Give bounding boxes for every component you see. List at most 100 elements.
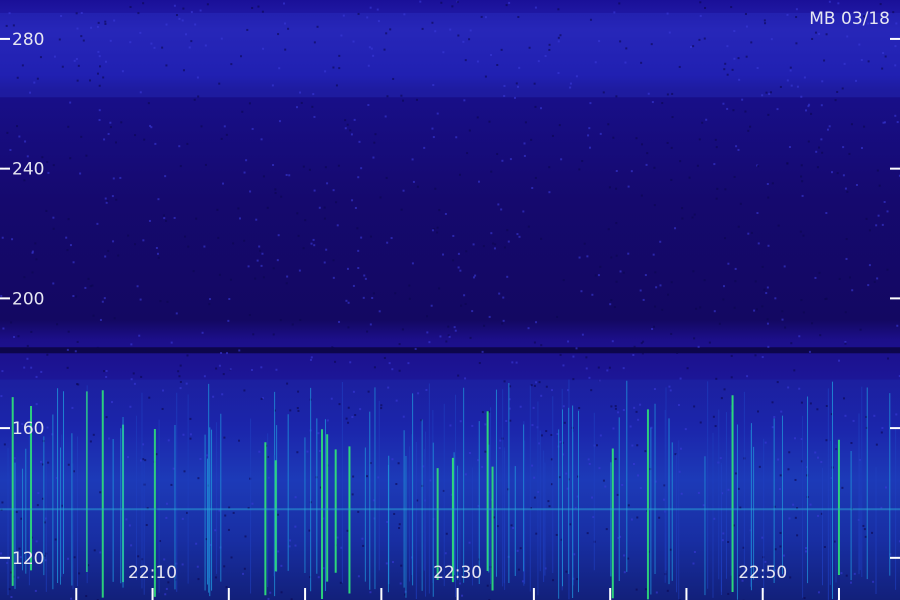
noise-dot [807,105,810,108]
noise-dot [155,246,158,249]
noise-dot [531,424,534,427]
noise-dot [794,478,797,481]
noise-dot [35,375,38,378]
noise-dot [523,154,526,157]
noise-dot [302,165,305,168]
noise-dot [533,82,536,85]
noise-dot [10,321,13,324]
noise-dot [402,415,405,418]
noise-dot [349,129,352,132]
noise-dot [96,72,99,75]
noise-dot [325,248,328,251]
noise-dot [398,527,401,530]
noise-dot [170,483,173,486]
noise-dot [468,451,471,454]
noise-dot [587,458,590,461]
noise-dot [17,576,20,579]
noise-dot [848,276,851,279]
noise-dot [506,275,509,278]
noise-dot [644,274,647,277]
noise-dot [640,194,643,197]
noise-dot [360,236,363,239]
noise-dot [844,311,847,314]
noise-dot [779,545,782,548]
noise-dot [460,304,463,307]
noise-dot [251,127,254,130]
noise-dot [52,282,55,285]
noise-dot [635,410,638,413]
noise-dot [724,237,727,240]
noise-dot [825,439,828,442]
noise-dot [763,288,766,291]
noise-dot [484,450,487,453]
noise-dot [189,437,192,440]
noise-dot [734,472,737,475]
noise-dot [185,382,188,385]
noise-dot [411,262,414,265]
noise-dot [503,94,506,97]
noise-dot [639,289,642,292]
noise-dot [794,437,797,440]
noise-dot [238,439,241,442]
noise-dot [350,133,353,136]
noise-dot [326,182,329,185]
noise-dot [737,57,740,60]
noise-dot [472,276,475,279]
noise-dot [274,192,277,195]
noise-dot [855,79,858,82]
noise-dot [802,234,805,237]
noise-dot [809,503,812,506]
noise-dot [484,75,487,78]
noise-dot [16,125,19,128]
noise-dot [8,588,11,591]
noise-dot [316,25,319,28]
noise-dot [206,3,209,6]
noise-dot [610,299,613,302]
noise-dot [317,432,320,435]
noise-dot [371,296,374,299]
noise-dot [499,439,502,442]
noise-dot [179,380,182,383]
noise-dot [0,552,3,555]
noise-dot [714,425,717,428]
noise-dot [825,297,828,300]
noise-dot [383,356,386,359]
noise-dot [109,126,112,129]
noise-dot [415,98,418,101]
noise-dot [766,182,769,185]
noise-dot [532,406,535,409]
noise-dot [498,447,501,450]
noise-dot [627,557,630,560]
noise-dot [165,516,168,519]
noise-dot [472,243,475,246]
noise-dot [669,389,672,392]
noise-dot [795,8,798,11]
noise-dot [386,95,389,98]
noise-dot [400,208,403,211]
noise-dot [733,57,736,60]
noise-dot [254,277,257,280]
noise-dot [288,545,291,548]
noise-dot [125,518,128,521]
noise-dot [431,21,434,24]
noise-dot [232,242,235,245]
noise-dot [214,529,217,532]
noise-dot [850,442,853,445]
noise-dot [865,217,868,220]
noise-dot [559,440,562,443]
feature-line [0,347,900,354]
noise-dot [142,239,145,242]
noise-dot [780,410,783,413]
noise-dot [557,40,560,43]
noise-dot [98,119,101,122]
noise-dot [411,158,414,161]
noise-dot [112,177,115,180]
noise-dot [509,158,512,161]
noise-dot [456,1,459,4]
noise-dot [436,226,439,229]
noise-dot [121,70,124,73]
noise-dot [631,444,634,447]
noise-dot [143,138,146,141]
noise-dot [197,578,200,581]
noise-dot [642,298,645,301]
